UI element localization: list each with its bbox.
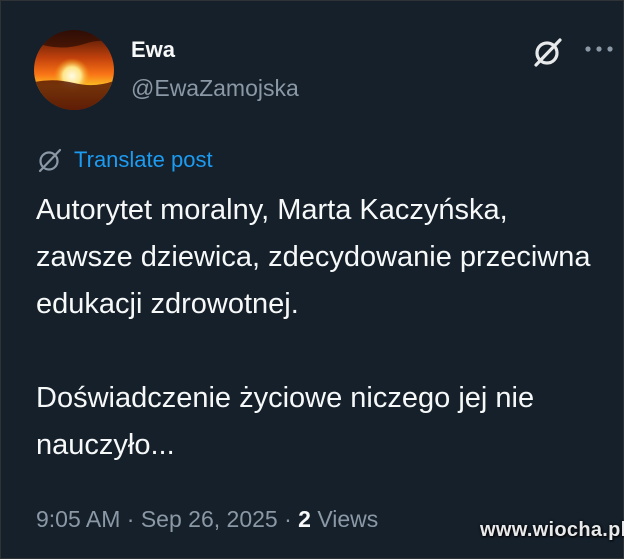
post-meta: 9:05 AM · Sep 26, 2025 · 2 Views: [36, 506, 378, 533]
sunset-avatar[interactable]: [34, 30, 114, 110]
post-text: Autorytet moralny, Marta Kaczyńska, zaws…: [36, 187, 606, 469]
views-label: Views: [317, 506, 379, 532]
author-display-name[interactable]: Ewa: [131, 37, 175, 63]
more-options-icon[interactable]: [579, 31, 619, 65]
grok-icon[interactable]: [531, 35, 565, 69]
watermark: www.wiocha.pl: [480, 519, 624, 541]
post-card: Ewa @EwaZamojska Translate post Autoryte…: [0, 0, 624, 559]
meta-separator: ·: [126, 506, 135, 532]
post-time[interactable]: 9:05 AM: [36, 506, 120, 532]
post-paragraph-2: Doświadczenie życiowe niczego jej nie na…: [36, 382, 535, 461]
post-paragraph-1: Autorytet moralny, Marta Kaczyńska, zaws…: [36, 194, 591, 320]
translate-label: Translate post: [74, 147, 213, 172]
translate-post-button[interactable]: Translate post: [36, 147, 213, 173]
meta-separator: ·: [284, 506, 292, 532]
post-date[interactable]: Sep 26, 2025: [141, 506, 278, 532]
author-handle[interactable]: @EwaZamojska: [131, 75, 299, 102]
translate-icon: [38, 148, 62, 173]
views-count: 2: [298, 506, 311, 532]
